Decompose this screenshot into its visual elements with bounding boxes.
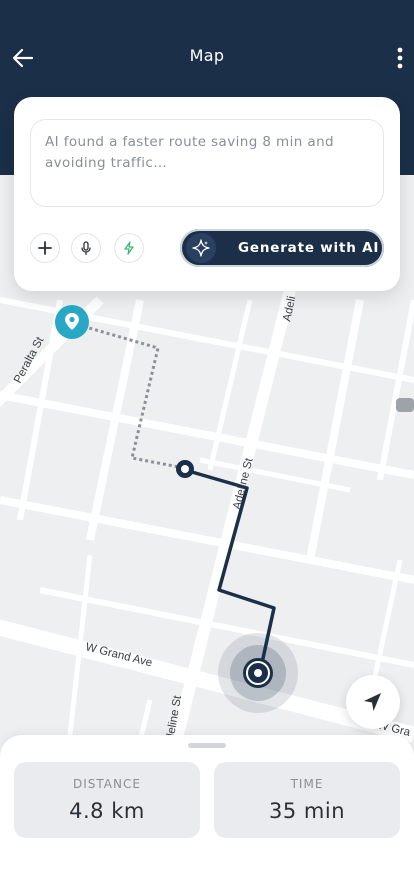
sparkle-icon (186, 233, 216, 263)
quick-action-button[interactable] (114, 233, 144, 263)
plus-icon (38, 241, 52, 255)
map-poi-marker (396, 398, 414, 412)
ai-prompt-input[interactable]: AI found a faster route saving 8 min and… (30, 119, 384, 207)
sheet-drag-handle[interactable] (188, 743, 226, 748)
generate-button-label: Generate with AI (238, 240, 380, 256)
lightning-icon (124, 241, 134, 255)
voice-input-button[interactable] (71, 233, 101, 263)
recenter-location-button[interactable] (346, 675, 400, 729)
distance-label: DISTANCE (73, 777, 141, 791)
time-label: TIME (290, 777, 324, 791)
page-title: Map (189, 46, 225, 65)
distance-card: DISTANCE 4.8 km (14, 762, 200, 838)
current-location-marker (218, 633, 298, 713)
ai-suggestion-card: AI found a faster route saving 8 min and… (14, 97, 400, 291)
microphone-icon (81, 241, 91, 255)
time-value: 35 min (269, 799, 345, 823)
navigation-arrow-icon (364, 693, 381, 711)
route-summary-sheet: DISTANCE 4.8 km TIME 35 min (0, 735, 414, 896)
time-card: TIME 35 min (214, 762, 400, 838)
more-options-button[interactable] (392, 42, 408, 74)
distance-value: 4.8 km (69, 799, 145, 823)
more-vertical-icon (397, 47, 403, 69)
generate-with-ai-button[interactable]: Generate with AI (180, 229, 384, 267)
destination-pin[interactable] (55, 305, 89, 339)
add-button[interactable] (30, 233, 60, 263)
